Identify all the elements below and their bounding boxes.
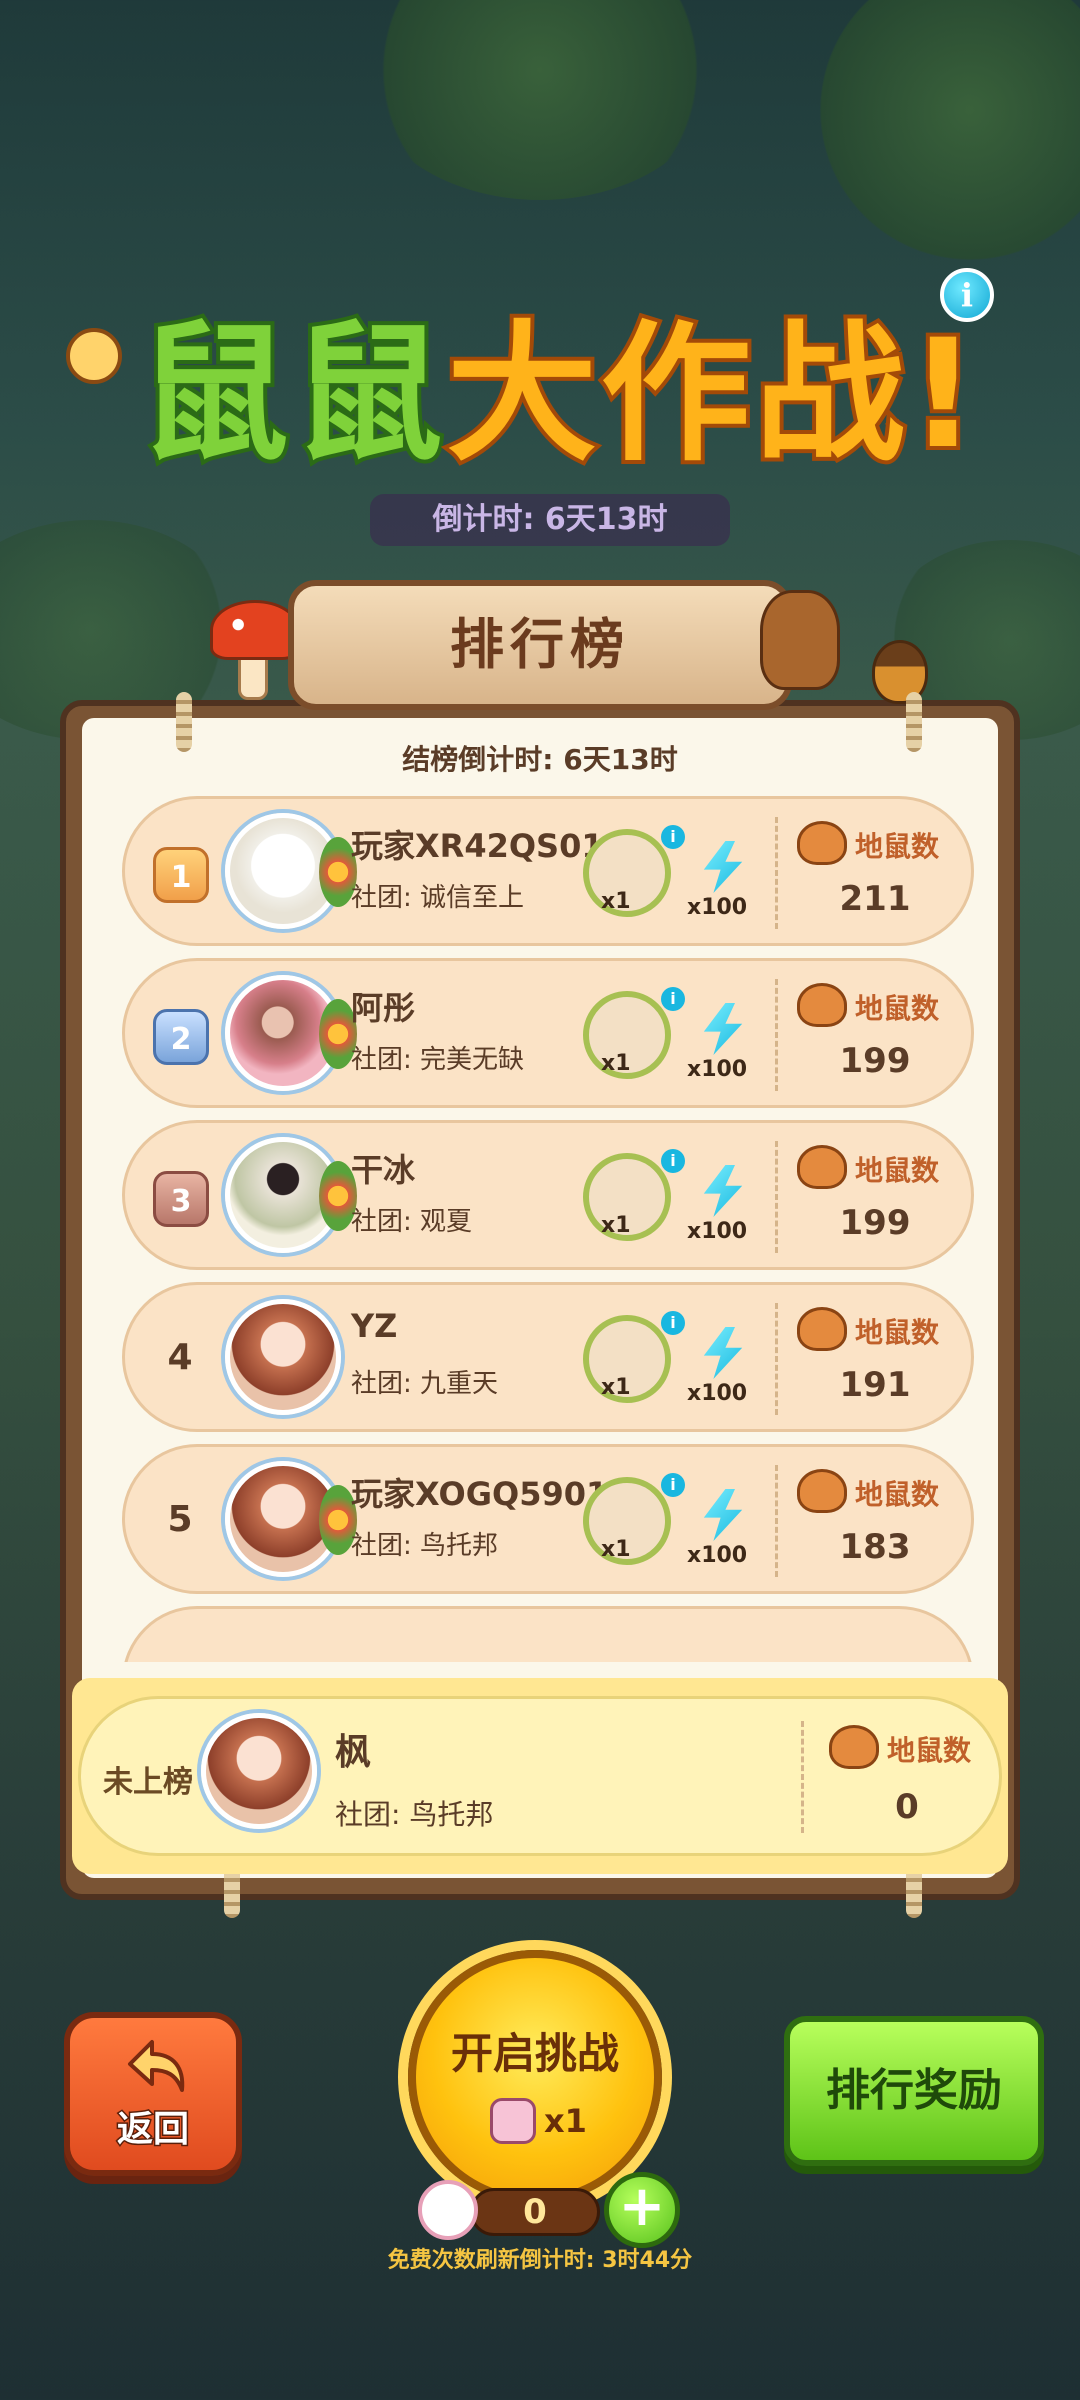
mole-icon: [829, 1725, 879, 1769]
my-rank-text: 未上榜: [103, 1765, 193, 1800]
leaderboard-row[interactable]: 3 干冰 社团: 观夏 x1 i x100 地鼠数 199: [122, 1120, 974, 1270]
my-rank-row[interactable]: 未上榜 枫 社团: 鸟托邦 地鼠数 0: [78, 1696, 1002, 1856]
add-ticket-button[interactable]: +: [604, 2172, 680, 2248]
player-club: 社团: 九重天: [351, 1369, 499, 1399]
score-label: 地鼠数: [887, 1734, 972, 1767]
leaderboard-countdown: 结榜倒计时: 6天13时: [402, 743, 678, 776]
mushroom-icon: [210, 600, 300, 660]
paw-ticket-icon: [490, 2098, 536, 2144]
info-icon[interactable]: i: [661, 987, 685, 1011]
squirrel-mascot-icon: [760, 590, 840, 690]
my-name: 枫: [335, 1732, 372, 1773]
leaderboard-row[interactable]: [122, 1606, 974, 1662]
divider: [801, 1721, 804, 1833]
mole-icon: [797, 1307, 847, 1351]
mole-icon: [797, 1469, 847, 1513]
rank-number: 4: [167, 1337, 193, 1378]
start-challenge-label: 开启挑战: [450, 2029, 619, 2078]
player-club: 社团: 完美无缺: [351, 1045, 525, 1075]
bolt-count: x100: [687, 895, 748, 920]
bolt-count: x100: [687, 1381, 748, 1406]
score-label: 地鼠数: [855, 1154, 940, 1187]
ticket-count: 0: [470, 2188, 600, 2236]
leaderboard-row[interactable]: 5 玩家XOGQ5901 社团: 鸟托邦 x1 i x100 地鼠数 183: [122, 1444, 974, 1594]
score-label: 地鼠数: [855, 992, 940, 1025]
palm-leaves-decoration: [360, 0, 720, 200]
energy-bolt-icon: [703, 1327, 743, 1379]
rank-medal-gold-icon: 1: [153, 847, 209, 903]
back-label: 返回: [115, 2108, 190, 2152]
player-name: 玩家XR42QS01: [351, 827, 604, 865]
divider: [775, 1141, 778, 1253]
wreath-count: x1: [601, 889, 631, 914]
player-club: 社团: 鸟托邦: [351, 1531, 499, 1561]
rank-medal-bronze-icon: 3: [153, 1171, 209, 1227]
event-countdown: 倒计时: 6天13时: [370, 494, 730, 546]
divider: [775, 1465, 778, 1577]
game-title: 鼠鼠大作战!: [110, 300, 1010, 490]
bolt-count: x100: [687, 1057, 748, 1082]
player-club: 社团: 观夏: [351, 1207, 473, 1237]
player-name: 玩家XOGQ5901: [351, 1475, 609, 1513]
back-arrow-icon: [128, 2040, 185, 2092]
player-name: YZ: [351, 1307, 398, 1345]
score-value: 191: [839, 1365, 911, 1405]
energy-bolt-icon: [703, 1489, 743, 1541]
score-label: 地鼠数: [855, 1478, 940, 1511]
start-cost-count: x1: [544, 2102, 587, 2140]
title-part-1: 鼠鼠: [135, 304, 447, 486]
my-avatar[interactable]: [201, 1713, 317, 1829]
leaderboard-list[interactable]: 1 玩家XR42QS01 社团: 诚信至上 x1 i x100 地鼠数 211 …: [82, 796, 998, 1662]
score-value: 199: [839, 1041, 911, 1081]
mole-icon: [797, 983, 847, 1027]
score-value: 183: [839, 1527, 911, 1567]
wreath-count: x1: [601, 1213, 631, 1238]
score-label: 地鼠数: [855, 830, 940, 863]
player-name: 阿彤: [351, 989, 416, 1027]
info-icon[interactable]: i: [661, 1149, 685, 1173]
rank-medal-silver-icon: 2: [153, 1009, 209, 1065]
bolt-count: x100: [687, 1543, 748, 1568]
back-button[interactable]: 返回: [64, 2012, 242, 2176]
info-icon[interactable]: i: [661, 825, 685, 849]
divider: [775, 979, 778, 1091]
score-value: 211: [839, 879, 911, 919]
player-name: 干冰: [351, 1151, 416, 1189]
player-club: 社团: 诚信至上: [351, 883, 525, 913]
leaderboard-row[interactable]: 4 YZ 社团: 九重天 x1 i x100 地鼠数 191: [122, 1282, 974, 1432]
leaderboard-row[interactable]: 2 阿彤 社团: 完美无缺 x1 i x100 地鼠数 199: [122, 958, 974, 1108]
energy-bolt-icon: [703, 1165, 743, 1217]
info-icon[interactable]: i: [661, 1311, 685, 1335]
avatar[interactable]: [225, 1299, 341, 1415]
my-rank-panel: 未上榜 枫 社团: 鸟托邦 地鼠数 0: [72, 1678, 1008, 1874]
my-score-value: 0: [895, 1787, 919, 1827]
free-refresh-countdown: 免费次数刷新倒计时: 3时44分: [387, 2248, 693, 2273]
paw-ticket-icon: [418, 2180, 478, 2240]
leaderboard-title: 排行榜: [288, 580, 792, 710]
my-club: 社团: 鸟托邦: [335, 1798, 494, 1831]
start-cost: x1: [490, 2098, 600, 2144]
divider: [775, 817, 778, 929]
energy-bolt-icon: [703, 1003, 743, 1055]
score-label: 地鼠数: [855, 1316, 940, 1349]
wreath-count: x1: [601, 1051, 631, 1076]
rank-number: 5: [167, 1499, 193, 1540]
score-value: 199: [839, 1203, 911, 1243]
energy-bolt-icon: [703, 841, 743, 893]
title-part-2: 大作战!: [443, 304, 982, 486]
wreath-count: x1: [601, 1537, 631, 1562]
wreath-count: x1: [601, 1375, 631, 1400]
bolt-count: x100: [687, 1219, 748, 1244]
palm-leaves-decoration: [820, 0, 1080, 260]
rank-rewards-button[interactable]: 排行奖励: [784, 2016, 1044, 2166]
info-icon[interactable]: i: [661, 1473, 685, 1497]
mole-icon: [797, 1145, 847, 1189]
leaderboard-row[interactable]: 1 玩家XR42QS01 社团: 诚信至上 x1 i x100 地鼠数 211: [122, 796, 974, 946]
divider: [775, 1303, 778, 1415]
start-challenge-button[interactable]: 开启挑战 x1: [408, 1950, 662, 2204]
mole-icon: [797, 821, 847, 865]
